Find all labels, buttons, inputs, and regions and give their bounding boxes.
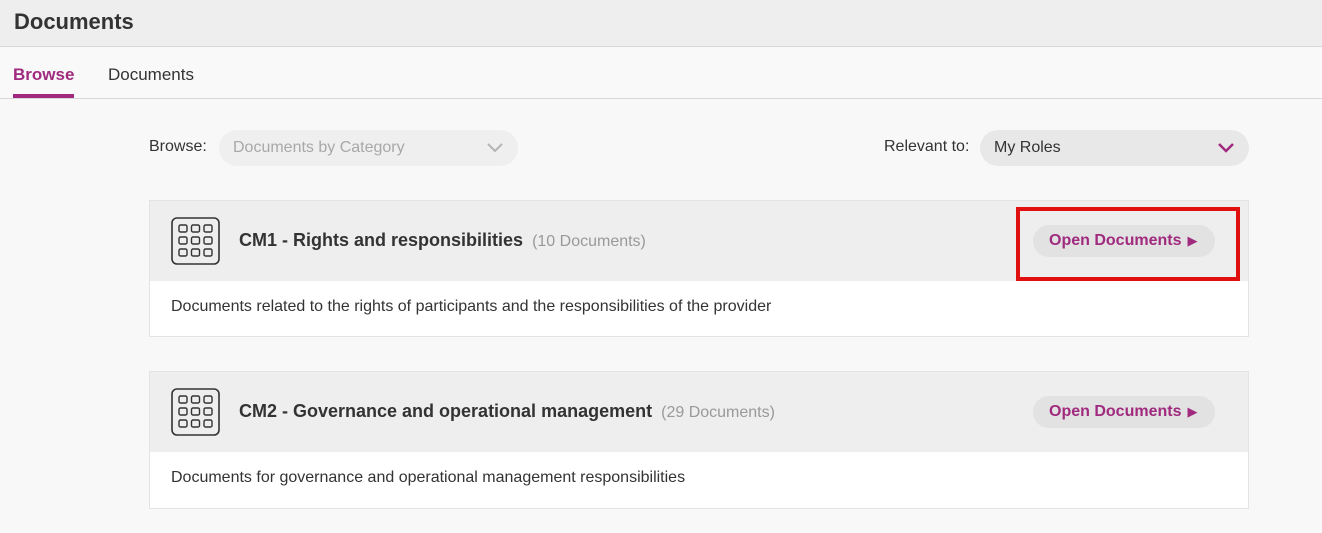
tab-browse[interactable]: Browse xyxy=(13,65,75,98)
document-count: (29 Documents) xyxy=(661,404,775,421)
category-card: CM2 - Governance and operational managem… xyxy=(149,371,1249,509)
document-count: (10 Documents) xyxy=(532,233,646,250)
category-description: Documents for governance and operational… xyxy=(171,469,686,486)
chevron-down-icon xyxy=(487,143,503,153)
category-description: Documents related to the rights of parti… xyxy=(171,298,772,315)
grid-icon xyxy=(171,388,220,436)
top-bar: Documents xyxy=(0,0,1322,47)
tab-bar: Browse Documents xyxy=(0,47,1322,99)
chevron-down-icon xyxy=(1218,143,1234,153)
relevant-select[interactable]: My Roles xyxy=(980,130,1249,166)
grid-icon xyxy=(171,217,220,265)
category-title-text: CM2 - Governance and operational managem… xyxy=(239,401,653,421)
highlight-box xyxy=(1016,207,1240,281)
play-arrow-icon: ▶ xyxy=(1187,404,1198,419)
open-documents-label: Open Documents xyxy=(1049,403,1182,420)
category-title: CM1 - Rights and responsibilities (10 Do… xyxy=(239,230,646,251)
open-documents-button[interactable]: Open Documents ▶ xyxy=(1033,396,1215,428)
page-title: Documents xyxy=(14,9,134,34)
browse-select[interactable]: Documents by Category xyxy=(219,130,518,166)
browse-label: Browse: xyxy=(149,138,207,155)
tab-documents[interactable]: Documents xyxy=(108,65,194,98)
category-title-text: CM1 - Rights and responsibilities xyxy=(239,230,524,250)
category-title: CM2 - Governance and operational managem… xyxy=(239,401,775,422)
browse-select-value: Documents by Category xyxy=(233,139,405,156)
relevant-select-value: My Roles xyxy=(994,139,1061,156)
category-card-header: CM2 - Governance and operational managem… xyxy=(150,372,1248,452)
relevant-label: Relevant to: xyxy=(884,138,970,155)
